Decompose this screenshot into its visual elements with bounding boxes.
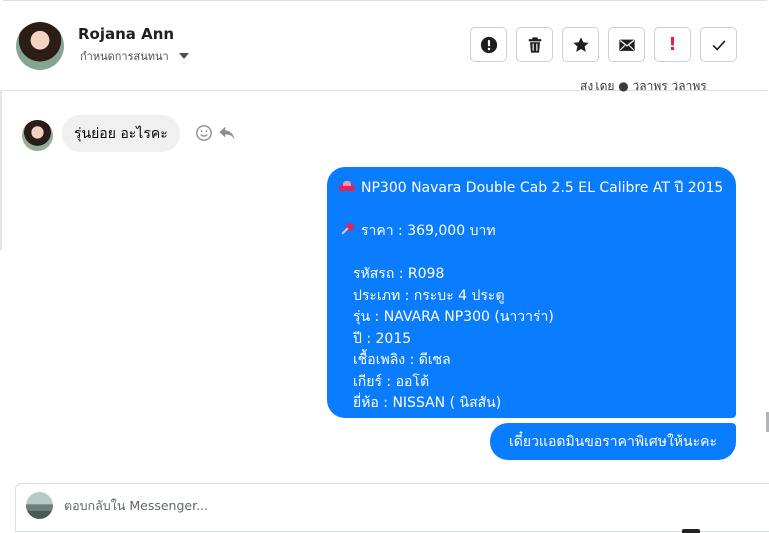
left-scroll-edge — [0, 90, 2, 250]
smiley-react-icon[interactable] — [195, 124, 213, 142]
sent-by-meta: ส่งโดย ● วิลาพร วิลาพร — [580, 82, 707, 92]
detail-line: เชื้อเพลิง : ดีเซล — [353, 352, 451, 368]
car-icon — [339, 181, 355, 193]
report-button[interactable] — [470, 27, 507, 62]
reply-composer — [15, 483, 769, 533]
composer-corner-control[interactable] — [682, 529, 700, 533]
detail-line: รหัสรถ : R098 — [353, 266, 445, 282]
mark-done-button[interactable] — [700, 27, 737, 62]
message-meta-cut — [585, 467, 735, 471]
sender-avatar[interactable] — [22, 120, 53, 151]
red-exclamation-icon: ! — [668, 34, 677, 55]
incoming-message-bubble[interactable]: รุ่นย่อย อะไรคะ — [62, 115, 180, 152]
trash-icon — [528, 36, 541, 53]
page-avatar — [26, 492, 53, 519]
header-toolbar: ! — [470, 27, 737, 62]
detail-line: รุ่น : NAVARA NP300 (นาวาร่า) — [353, 309, 554, 325]
incoming-message-text: รุ่นย่อย อะไรคะ — [74, 125, 168, 142]
caret-down-icon — [178, 53, 189, 59]
delete-button[interactable] — [516, 27, 553, 62]
reply-input[interactable] — [64, 498, 664, 513]
listing-price-row: ราคา : 369,000 บาท — [339, 221, 724, 243]
outgoing-note-text: เดี๋ยวแอดมินขอราคาพิเศษให้นะคะ — [508, 433, 718, 450]
contact-name[interactable]: Rojana Ann — [78, 25, 174, 43]
outgoing-note-bubble[interactable]: เดี๋ยวแอดมินขอราคาพิเศษให้นะคะ — [490, 423, 736, 460]
mark-important-button[interactable]: ! — [654, 27, 691, 62]
listing-price: ราคา : 369,000 บาท — [361, 223, 496, 239]
detail-line: ยี่ห้อ : NISSAN ( นิสสัน) — [353, 395, 502, 411]
email-button[interactable] — [608, 27, 645, 62]
checkmark-icon — [712, 39, 725, 51]
listing-title-row: NP300 Navara Double Cab 2.5 EL Calibre A… — [339, 178, 724, 200]
schedule-conversation-label: กำหนดการสนทนา — [80, 50, 169, 63]
star-button[interactable] — [562, 27, 599, 62]
star-icon — [572, 36, 589, 52]
detail-line: ประเภท : กระบะ 4 ประตู — [353, 287, 505, 304]
schedule-conversation-dropdown[interactable]: กำหนดการสนทนา — [80, 47, 189, 65]
detail-line: เกียร์ : ออโต้ — [353, 373, 430, 390]
listing-title: NP300 Navara Double Cab 2.5 EL Calibre A… — [361, 180, 724, 196]
conversation-panel: Rojana Ann กำหนดการสนทนา ! ส่งโดย ● วิลา… — [0, 0, 769, 533]
exclamation-circle-icon — [480, 36, 497, 53]
outgoing-listing-bubble[interactable]: NP300 Navara Double Cab 2.5 EL Calibre A… — [327, 167, 736, 418]
envelope-icon — [618, 39, 635, 51]
detail-line: ปี : 2015 — [353, 330, 412, 347]
pushpin-icon — [339, 223, 355, 237]
reply-arrow-icon[interactable] — [218, 125, 236, 141]
conversation-header: Rojana Ann กำหนดการสนทนา ! — [3, 0, 767, 91]
contact-avatar[interactable] — [16, 22, 64, 70]
